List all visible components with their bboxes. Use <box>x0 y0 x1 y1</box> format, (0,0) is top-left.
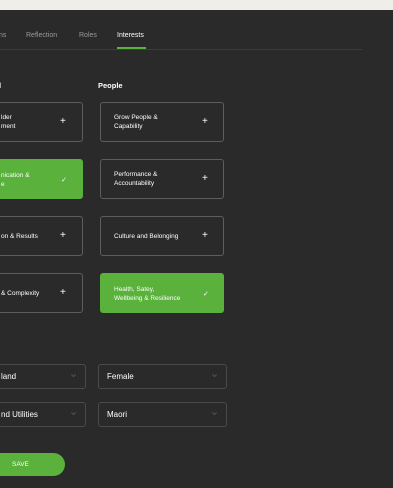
interest-card[interactable]: lder ment + <box>0 102 83 142</box>
select-value: nd Utilities <box>1 410 38 419</box>
plus-icon: + <box>202 230 208 241</box>
gender-select[interactable]: Female <box>98 364 227 389</box>
select-value: Maori <box>107 410 128 419</box>
interest-card-grow-people[interactable]: Grow People & Capability + <box>100 102 224 142</box>
interest-card-selected[interactable]: nication & e ✓ <box>0 159 83 199</box>
interest-card-culture[interactable]: Culture and Belonging + <box>100 216 224 256</box>
chevron-down-icon <box>212 412 217 416</box>
check-icon: ✓ <box>203 291 209 298</box>
card-label: & Complexity <box>1 290 40 297</box>
tab-roles[interactable]: Roles <box>79 32 97 39</box>
tab-bar: ns Reflection Roles Interests <box>0 28 362 50</box>
chevron-down-icon <box>71 374 76 378</box>
card-label: Grow People & Capability <box>114 114 158 130</box>
plus-icon: + <box>60 230 66 241</box>
plus-icon: + <box>202 173 208 184</box>
region-select[interactable]: land <box>0 364 86 389</box>
card-label: Health, Satey, Wellbeing & Resilience <box>114 286 181 302</box>
tab-reflection[interactable]: Reflection <box>26 32 57 39</box>
interest-card[interactable]: & Complexity + <box>0 273 83 313</box>
interest-card-health-selected[interactable]: Health, Satey, Wellbeing & Resilience ✓ <box>100 273 224 313</box>
interest-card-performance[interactable]: Performance & Accountability + <box>100 159 224 199</box>
tab-partial[interactable]: ns <box>0 32 6 39</box>
plus-icon: + <box>60 287 66 298</box>
plus-icon: + <box>60 116 66 127</box>
ethnicity-select[interactable]: Maori <box>98 402 227 427</box>
save-button[interactable]: SAVE <box>0 453 65 476</box>
card-label: nication & e <box>1 172 30 188</box>
chevron-down-icon <box>212 374 217 378</box>
plus-icon: + <box>202 116 208 127</box>
interest-card[interactable]: on & Results + <box>0 216 83 256</box>
section-label-people: People <box>98 81 123 90</box>
tab-interests[interactable]: Interests <box>117 32 144 39</box>
active-tab-indicator <box>117 47 146 49</box>
select-value: Female <box>107 372 134 381</box>
select-value: land <box>1 372 17 381</box>
card-label: lder ment <box>1 114 16 130</box>
check-icon: ✓ <box>61 177 67 184</box>
card-label: on & Results <box>1 233 38 240</box>
save-button-label: SAVE <box>12 461 29 468</box>
chevron-down-icon <box>71 412 76 416</box>
section-label-left: l <box>0 81 2 90</box>
industry-select[interactable]: nd Utilities <box>0 402 86 427</box>
card-label: Performance & Accountability <box>114 171 158 187</box>
card-label: Culture and Belonging <box>114 233 179 240</box>
top-strip <box>0 0 393 10</box>
